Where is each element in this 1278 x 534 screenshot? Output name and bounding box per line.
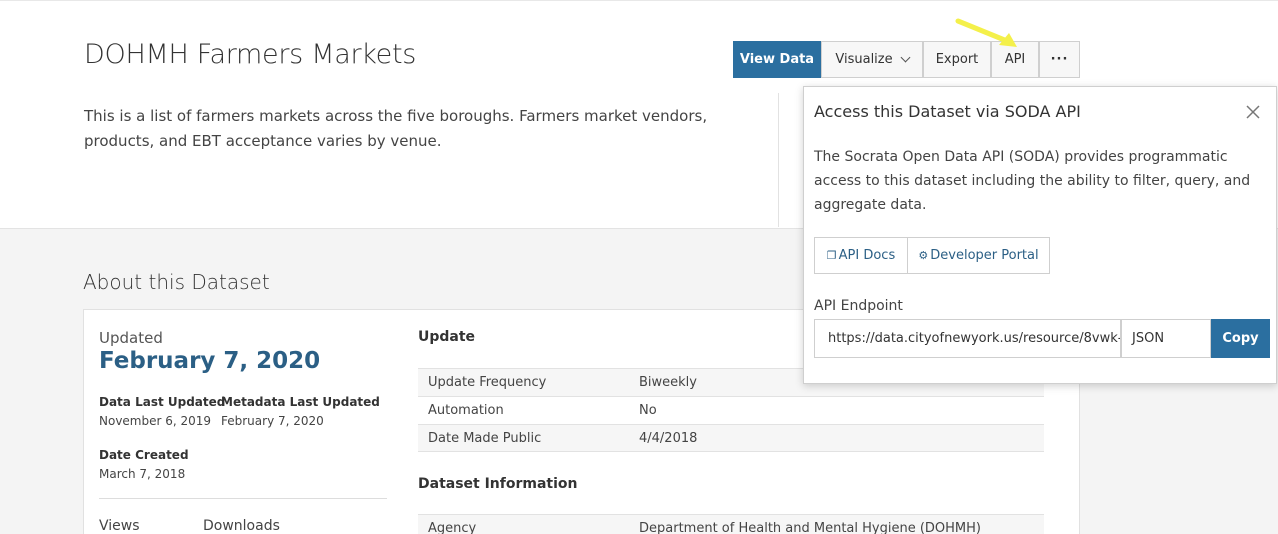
- dataset-description: This is a list of farmers markets across…: [84, 107, 708, 150]
- visualize-label: Visualize: [835, 52, 893, 67]
- data-last-updated-value: November 6, 2019: [99, 414, 212, 428]
- table-row: Automation No: [418, 396, 1044, 424]
- update-heading: Update: [418, 329, 476, 345]
- about-title: About this Dataset: [83, 270, 270, 294]
- chevron-down-icon: [900, 52, 911, 63]
- metadata-last-updated-label: Metadata Last Updated: [221, 395, 380, 409]
- metadata-last-updated-value: February 7, 2020: [221, 414, 324, 428]
- view-data-label: View Data: [739, 52, 815, 67]
- popover-title: Access this Dataset via SODA API: [814, 102, 1081, 121]
- data-last-updated-label: Data Last Updated: [99, 395, 226, 409]
- updated-label: Updated: [99, 329, 163, 347]
- api-docs-button[interactable]: ❐ API Docs: [814, 237, 908, 274]
- date-created-label: Date Created: [99, 448, 189, 462]
- row-value: Biweekly: [639, 375, 697, 390]
- copy-icon: ❐: [826, 249, 837, 262]
- api-popover: Access this Dataset via SODA API The Soc…: [803, 86, 1277, 384]
- more-label: ···: [1050, 52, 1069, 67]
- gear-icon: ⚙: [918, 249, 929, 262]
- row-key: Date Made Public: [428, 431, 542, 446]
- row-value: No: [639, 403, 657, 418]
- more-actions-button[interactable]: ···: [1039, 41, 1080, 78]
- row-value: 4/4/2018: [639, 431, 698, 446]
- close-icon[interactable]: [1244, 103, 1262, 121]
- api-docs-label: API Docs: [838, 248, 896, 263]
- row-key: Automation: [428, 403, 504, 418]
- row-value: Department of Health and Mental Hygiene …: [639, 521, 981, 534]
- arrow-annotation-icon: [955, 18, 1017, 47]
- developer-portal-button[interactable]: ⚙ Developer Portal: [907, 237, 1050, 274]
- copy-label: Copy: [1222, 331, 1259, 346]
- updated-date: February 7, 2020: [99, 348, 321, 374]
- date-created-value: March 7, 2018: [99, 467, 186, 481]
- downloads-label: Downloads: [203, 518, 280, 534]
- api-endpoint-label: API Endpoint: [814, 298, 903, 314]
- popover-description: The Socrata Open Data API (SODA) provide…: [814, 149, 1251, 213]
- page-title: DOHMH Farmers Markets: [84, 39, 416, 70]
- api-endpoint-field[interactable]: https://data.cityofnewyork.us/resource/8…: [814, 319, 1121, 358]
- row-key: Update Frequency: [428, 375, 547, 390]
- developer-portal-label: Developer Portal: [930, 248, 1039, 263]
- dataset-info-heading: Dataset Information: [418, 476, 578, 492]
- visualize-button[interactable]: Visualize: [821, 41, 923, 78]
- views-label: Views: [99, 518, 140, 534]
- copy-button[interactable]: Copy: [1211, 319, 1270, 358]
- format-select[interactable]: JSON: [1121, 319, 1211, 358]
- table-row: Date Made Public 4/4/2018: [418, 424, 1044, 452]
- row-key: Agency: [428, 521, 477, 534]
- divider: [99, 498, 387, 499]
- table-row: Agency Department of Health and Mental H…: [418, 514, 1044, 534]
- divider: [778, 93, 779, 227]
- view-data-button[interactable]: View Data: [733, 41, 821, 78]
